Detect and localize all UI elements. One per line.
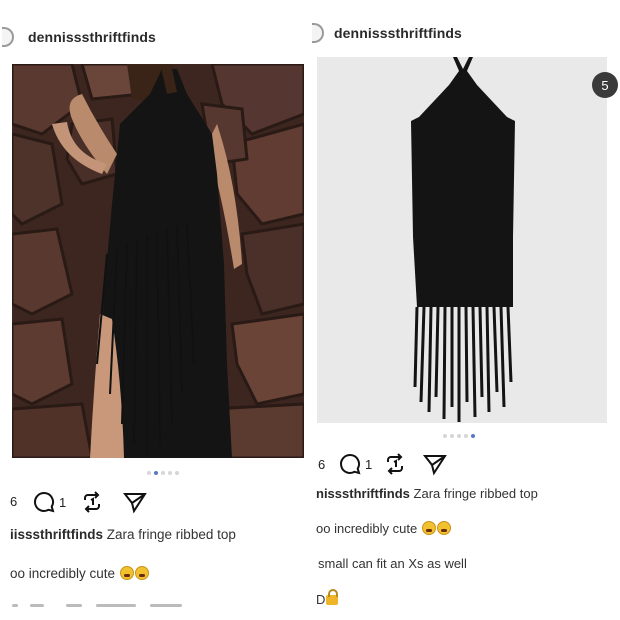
- carousel-dot[interactable]: [147, 471, 151, 475]
- weary-face-emoji: [134, 566, 149, 580]
- lock-icon: [326, 589, 339, 605]
- comment-button[interactable]: 1: [338, 452, 372, 476]
- caption-text: Zara fringe ribbed top: [413, 486, 538, 501]
- repost-button[interactable]: [80, 490, 104, 514]
- like-count[interactable]: 6: [10, 494, 17, 509]
- carousel-dot[interactable]: [464, 434, 468, 438]
- username[interactable]: dennisssthriftfinds: [334, 25, 462, 41]
- share-button[interactable]: [122, 490, 148, 514]
- caption-username[interactable]: nisssthriftfinds: [316, 486, 410, 501]
- share-icon: [422, 452, 448, 476]
- post-header[interactable]: dennisssthriftfinds: [0, 22, 310, 52]
- repost-button[interactable]: [383, 452, 407, 476]
- carousel-dot[interactable]: [457, 434, 461, 438]
- carousel-dot-active[interactable]: [154, 471, 158, 475]
- action-bar: 6 1: [310, 452, 620, 480]
- caption-line: oo incredibly cute: [316, 521, 451, 536]
- carousel-dot[interactable]: [443, 434, 447, 438]
- avatar[interactable]: [2, 27, 14, 47]
- carousel-dots: [147, 471, 179, 475]
- left-post: dennisssthriftfinds 6 1 iisssthriftfinds…: [0, 0, 310, 620]
- right-post: dennisssthriftfinds 5 6 1 nisssthriftfin…: [310, 0, 620, 620]
- weary-face-emoji: [119, 566, 134, 580]
- caption-text: Zara fringe ribbed top: [106, 527, 236, 542]
- repost-icon: [383, 452, 407, 476]
- action-bar: 6 1: [0, 490, 310, 518]
- carousel-dot[interactable]: [450, 434, 454, 438]
- post-image[interactable]: [12, 64, 304, 458]
- caption-line: oo incredibly cute: [10, 566, 149, 581]
- carousel-dots: [443, 434, 475, 438]
- carousel-dot[interactable]: [168, 471, 172, 475]
- like-count[interactable]: 6: [318, 457, 325, 472]
- weary-face-emoji: [421, 521, 436, 535]
- post-image[interactable]: [317, 57, 607, 423]
- comment-icon: [32, 490, 56, 514]
- share-button[interactable]: [422, 452, 448, 476]
- post-header[interactable]: dennisssthriftfinds: [310, 18, 620, 48]
- carousel-dot-active[interactable]: [471, 434, 475, 438]
- comment-button[interactable]: 1: [32, 490, 66, 514]
- comment-icon: [338, 452, 362, 476]
- avatar[interactable]: [312, 23, 324, 43]
- caption-line: small can fit an Xs as well: [318, 556, 467, 571]
- weary-face-emoji: [436, 521, 451, 535]
- carousel-dot[interactable]: [175, 471, 179, 475]
- caption-username[interactable]: iisssthriftfinds: [10, 527, 103, 542]
- caption: iisssthriftfinds Zara fringe ribbed top: [10, 527, 236, 542]
- carousel-dot[interactable]: [161, 471, 165, 475]
- caption-line: D: [316, 589, 339, 607]
- repost-icon: [80, 490, 104, 514]
- username[interactable]: dennisssthriftfinds: [28, 29, 156, 45]
- caption: nisssthriftfinds Zara fringe ribbed top: [316, 486, 538, 501]
- next-image-badge[interactable]: 5: [592, 72, 618, 98]
- share-icon: [122, 490, 148, 514]
